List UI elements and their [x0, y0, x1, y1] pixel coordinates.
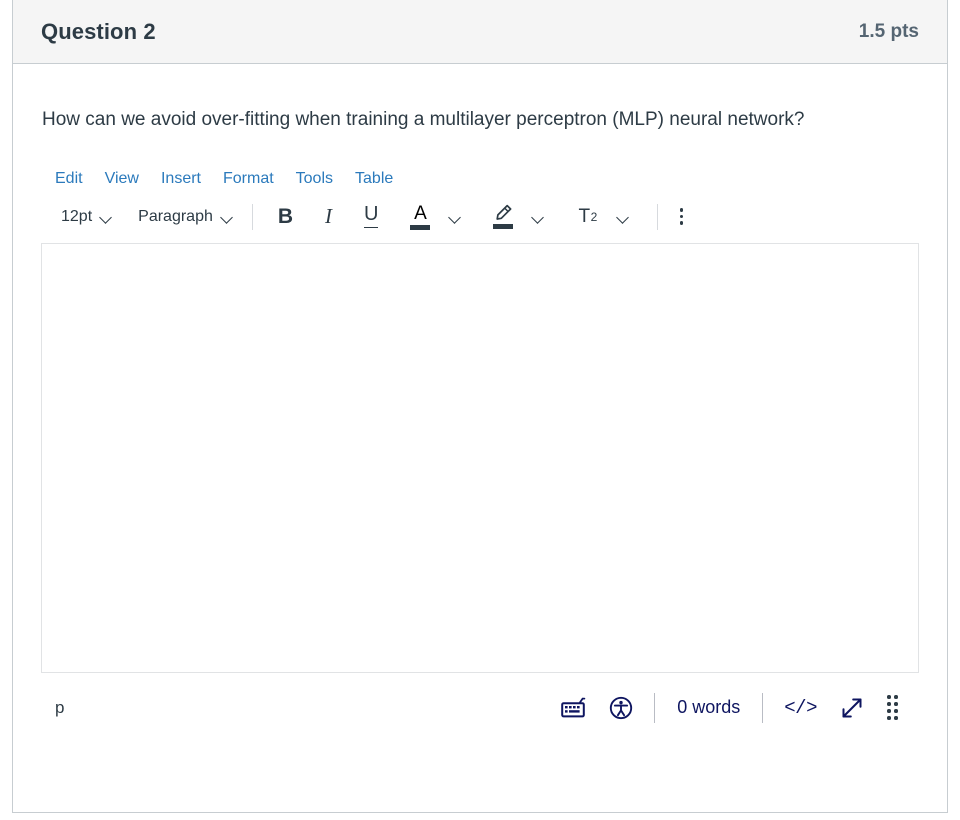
chevron-down-icon — [533, 213, 544, 220]
font-size-select[interactable]: 12pt — [55, 202, 118, 232]
question-points: 1.5 pts — [858, 20, 919, 42]
element-path[interactable]: p — [55, 698, 64, 718]
superscript-button[interactable]: T2 — [572, 202, 603, 232]
editor-statusbar: p 0 words </> — [41, 673, 919, 743]
highlight-color-swatch — [493, 224, 514, 229]
question-card: Question 2 1.5 pts How can we avoid over… — [12, 0, 948, 813]
menu-table[interactable]: Table — [344, 167, 404, 191]
text-color-menu-button[interactable] — [444, 202, 467, 232]
toolbar-divider — [251, 203, 253, 230]
italic-button[interactable]: I — [319, 202, 338, 232]
more-options-button[interactable] — [671, 208, 693, 225]
question-header: Question 2 1.5 pts — [13, 0, 947, 64]
block-format-select[interactable]: Paragraph — [132, 202, 239, 232]
menu-format[interactable]: Format — [212, 167, 285, 191]
question-prompt-text: How can we avoid over-fitting when train… — [42, 109, 805, 130]
resize-dot — [887, 695, 891, 699]
accessibility-checker-button[interactable] — [598, 689, 644, 727]
accessibility-icon — [610, 696, 633, 719]
underline-glyph: U — [364, 204, 379, 228]
keyboard-icon — [561, 697, 586, 717]
highlighter-icon — [496, 204, 512, 220]
highlight-color-button[interactable] — [489, 204, 517, 229]
resize-handle[interactable] — [876, 689, 909, 727]
kebab-dot — [679, 221, 684, 225]
font-size-value: 12pt — [61, 207, 93, 225]
menu-tools[interactable]: Tools — [285, 167, 344, 191]
superscript-base: T — [578, 205, 591, 227]
expand-arrows-icon — [842, 698, 862, 717]
block-format-value: Paragraph — [138, 207, 213, 225]
editor-content-area[interactable] — [41, 242, 919, 673]
html-editor-button[interactable]: </> — [773, 689, 828, 727]
statusbar-divider — [762, 692, 764, 723]
resize-dot — [887, 709, 891, 713]
superscript-menu-button[interactable] — [612, 202, 635, 232]
menu-insert[interactable]: Insert — [150, 167, 212, 191]
question-body: How can we avoid over-fitting when train… — [13, 64, 947, 743]
underline-button[interactable]: U — [358, 202, 384, 232]
chevron-down-icon — [222, 213, 233, 220]
keyboard-shortcuts-button[interactable] — [550, 689, 598, 727]
text-color-letter: A — [414, 202, 427, 224]
resize-dot — [894, 695, 898, 699]
text-color-swatch — [410, 224, 431, 230]
kebab-dot — [679, 214, 684, 219]
superscript-exponent: 2 — [590, 209, 598, 224]
highlight-color-menu-button[interactable] — [527, 202, 550, 232]
kebab-dot — [679, 208, 684, 212]
editor-menubar: Edit View Insert Format Tools Table — [41, 163, 919, 195]
fullscreen-button[interactable] — [828, 689, 876, 727]
menu-view[interactable]: View — [94, 167, 150, 191]
question-title: Question 2 — [41, 18, 156, 44]
resize-dot — [894, 709, 898, 713]
resize-dot — [887, 716, 891, 720]
resize-dot — [894, 702, 898, 706]
statusbar-divider — [654, 692, 656, 723]
chevron-down-icon — [101, 213, 112, 220]
editor-toolbar: 12pt Paragraph B I U A T 2 — [41, 195, 919, 239]
toolbar-divider — [656, 203, 658, 230]
word-count[interactable]: 0 words — [665, 697, 752, 718]
resize-dot — [887, 702, 891, 706]
statusbar-right-group: 0 words </> — [550, 689, 909, 727]
text-color-button[interactable]: A — [406, 204, 434, 230]
rich-content-editor: Edit View Insert Format Tools Table 12pt… — [41, 163, 919, 743]
resize-dot — [894, 716, 898, 720]
bold-button[interactable]: B — [272, 202, 299, 232]
chevron-down-icon — [450, 213, 461, 220]
chevron-down-icon — [618, 213, 629, 220]
menu-edit[interactable]: Edit — [43, 167, 94, 191]
resize-dot-grid — [887, 695, 898, 720]
